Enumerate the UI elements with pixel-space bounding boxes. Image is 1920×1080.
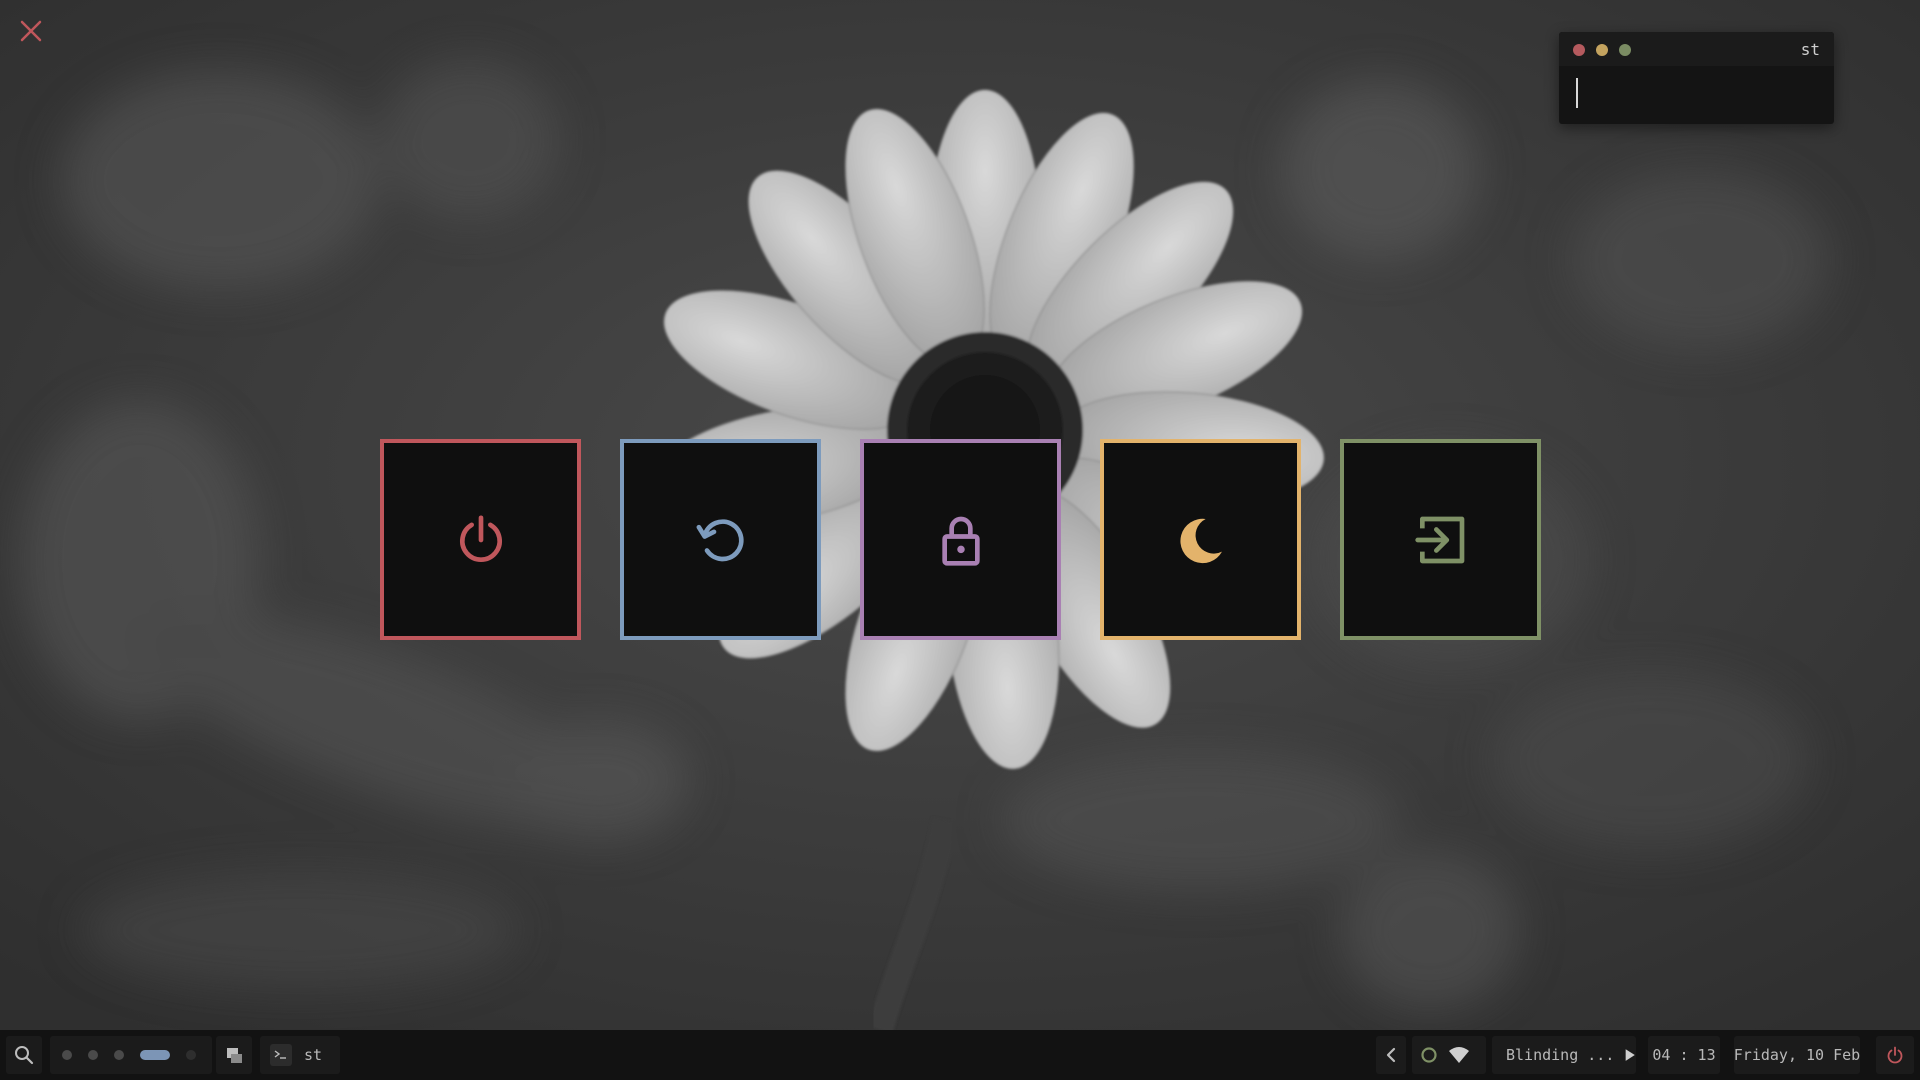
- window-minimize-dot[interactable]: [1596, 44, 1608, 56]
- workspace-1[interactable]: [62, 1050, 72, 1060]
- text-cursor: [1576, 78, 1578, 108]
- workspace-switcher: [50, 1036, 212, 1074]
- power-icon: [1887, 1046, 1903, 1064]
- logout-button[interactable]: [1340, 439, 1541, 640]
- power-off-button[interactable]: [380, 439, 581, 640]
- date-display: Friday, 10 Feb: [1734, 1036, 1860, 1074]
- window-maximize-dot[interactable]: [1619, 44, 1631, 56]
- wifi-icon[interactable]: [1448, 1046, 1470, 1064]
- layout-icon: [227, 1048, 242, 1063]
- workspace-2[interactable]: [88, 1050, 98, 1060]
- terminal-window[interactable]: st: [1559, 32, 1834, 124]
- workspace-5[interactable]: [186, 1050, 196, 1060]
- layout-button[interactable]: [216, 1036, 252, 1074]
- search-icon: [15, 1046, 34, 1065]
- reboot-icon: [696, 518, 744, 561]
- date-text: Friday, 10 Feb: [1733, 1046, 1861, 1064]
- lock-icon: [941, 516, 980, 566]
- search-button[interactable]: [6, 1036, 42, 1074]
- clock: 04 : 13: [1648, 1036, 1720, 1074]
- workspace-3[interactable]: [114, 1050, 124, 1060]
- power-menu: [380, 439, 1541, 640]
- reboot-button[interactable]: [620, 439, 821, 640]
- task-label: st: [304, 1046, 323, 1064]
- circle-status-icon[interactable]: [1420, 1046, 1438, 1064]
- media-player: Blinding ...: [1492, 1036, 1636, 1074]
- task-st[interactable]: st: [260, 1036, 340, 1074]
- terminal-titlebar[interactable]: st: [1559, 32, 1834, 66]
- chevron-left-icon: [1386, 1047, 1396, 1063]
- tray-collapse-button[interactable]: [1376, 1036, 1406, 1074]
- power-menu-button[interactable]: [1876, 1036, 1914, 1074]
- logout-icon: [1414, 516, 1464, 563]
- moon-icon: [1179, 518, 1222, 563]
- suspend-button[interactable]: [1100, 439, 1301, 640]
- power-icon: [459, 515, 502, 562]
- terminal-app-icon: [270, 1044, 292, 1066]
- window-close-dot[interactable]: [1573, 44, 1585, 56]
- lock-button[interactable]: [860, 439, 1061, 640]
- system-tray: [1412, 1036, 1486, 1074]
- workspace-4-active[interactable]: [140, 1050, 170, 1060]
- status-bar: st Blinding ... 04 : 13 Friday, 10 Feb: [0, 1030, 1920, 1080]
- media-title: Blinding ...: [1506, 1046, 1615, 1064]
- terminal-title: st: [1800, 40, 1820, 59]
- play-icon[interactable]: [1624, 1047, 1636, 1063]
- clock-time: 04 : 13: [1652, 1046, 1716, 1064]
- close-icon[interactable]: [18, 18, 44, 44]
